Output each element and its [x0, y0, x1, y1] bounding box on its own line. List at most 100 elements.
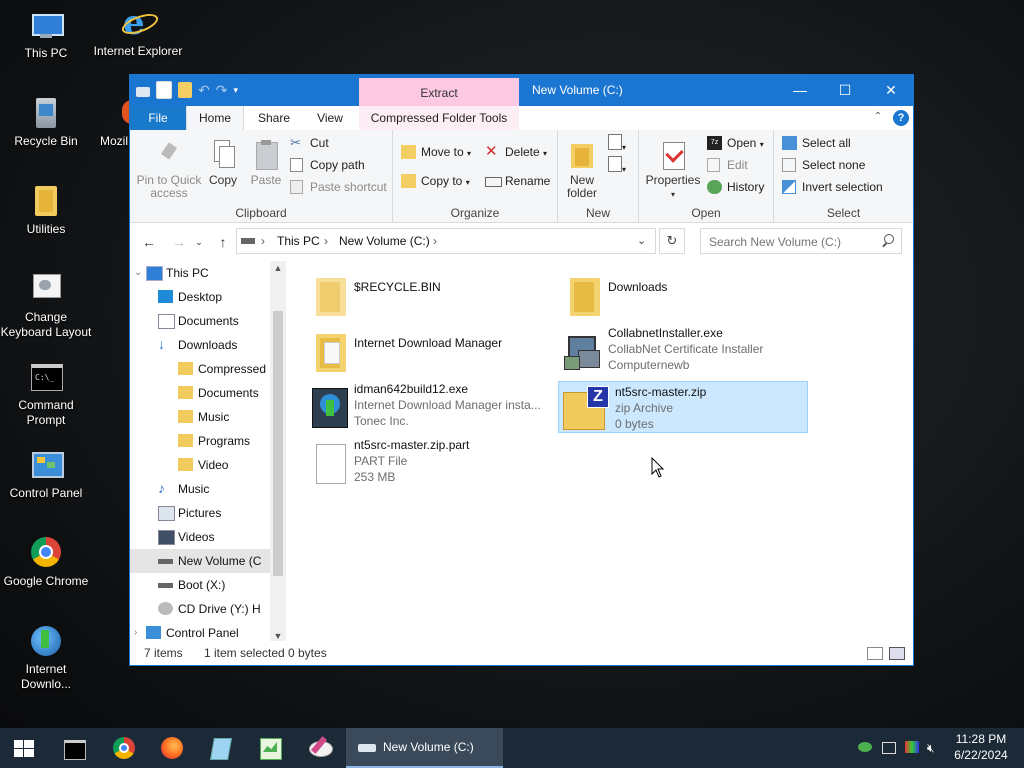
file-item-collabnet-installer[interactable]: CollabnetInstaller.exe CollabNet Certifi…	[556, 323, 806, 375]
maximize-button[interactable]: ☐	[822, 75, 868, 106]
nav-item[interactable]: ♪ Music	[130, 477, 270, 501]
nav-item[interactable]: Pictures	[130, 501, 270, 525]
paste-button[interactable]: Paste	[248, 140, 284, 187]
search-box[interactable]	[700, 228, 902, 254]
volume-muted-icon[interactable]: 🔇︎	[927, 740, 943, 756]
file-item-internet-download-manager[interactable]: Internet Download Manager	[302, 323, 552, 375]
nav-item[interactable]: Music	[130, 405, 270, 429]
large-icons-view-icon[interactable]	[889, 647, 905, 660]
properties-icon[interactable]	[156, 81, 172, 99]
help-icon[interactable]: ?	[893, 110, 909, 126]
chevron-down-icon[interactable]: ▾	[233, 82, 238, 98]
clock[interactable]: 11:28 PM 6/22/2024	[948, 731, 1014, 763]
chevron-up-icon[interactable]: ⌃	[871, 110, 885, 124]
nav-scrollbar[interactable]: ▲ ▼	[270, 261, 286, 643]
desktop-icon-change-keyboard-layout[interactable]: Change Keyboard Layout	[0, 272, 92, 340]
address-bar[interactable]: › This PC › New Volume (C:) › ⌄	[236, 228, 656, 254]
desktop-icon-recycle-bin[interactable]: Recycle Bin	[0, 96, 92, 149]
desktop-icon-internet-download-manager[interactable]: Internet Downlo...	[0, 624, 92, 692]
new-item-button[interactable]: ▾	[608, 134, 630, 152]
desktop-icon-google-chrome[interactable]: Google Chrome	[0, 536, 92, 589]
file-item-idman-installer[interactable]: idman642build12.exe Internet Download Ma…	[302, 379, 552, 431]
taskbar-paint-icon[interactable]	[304, 732, 336, 764]
refresh-button[interactable]: ↻	[659, 228, 685, 254]
context-tab-extract[interactable]: Extract	[359, 78, 519, 106]
tab-view[interactable]: View	[302, 106, 358, 130]
chevron-right-icon[interactable]: ⌄	[134, 261, 142, 285]
undo-icon[interactable]: ↶	[198, 82, 210, 98]
start-button[interactable]	[8, 732, 40, 764]
select-none-button[interactable]: Select none	[782, 156, 865, 174]
chevron-down-icon[interactable]: ⌄	[194, 233, 204, 251]
breadcrumb-new-volume[interactable]: New Volume (C:)	[339, 229, 430, 253]
close-button[interactable]: ✕	[868, 75, 914, 106]
network-icon[interactable]	[858, 740, 874, 756]
taskbar-firefox-icon[interactable]	[156, 732, 188, 764]
copy-path-button[interactable]: Copy path	[290, 156, 365, 174]
chevron-right-icon[interactable]: ›	[134, 621, 137, 643]
desktop-icon-command-prompt[interactable]: C:\_ Command Prompt	[0, 360, 92, 428]
delete-button[interactable]: ✕ Delete ▾	[485, 143, 547, 161]
scrollbar-thumb[interactable]	[273, 311, 283, 576]
desktop-icon-this-pc[interactable]: This PC	[0, 8, 92, 61]
devices-icon[interactable]	[881, 740, 897, 756]
nav-item[interactable]: CD Drive (Y:) H	[130, 597, 270, 621]
history-button[interactable]: History	[707, 178, 764, 196]
details-view-icon[interactable]	[867, 647, 883, 660]
desktop-icon-utilities[interactable]: Utilities	[0, 184, 92, 237]
forward-arrow-icon[interactable]: →	[170, 233, 188, 251]
desktop-icon-control-panel[interactable]: Control Panel	[0, 448, 92, 501]
easy-access-button[interactable]: ▾	[608, 156, 630, 174]
rename-button[interactable]: Rename	[485, 172, 550, 190]
nav-item[interactable]: Video	[130, 453, 270, 477]
nav-item[interactable]: Videos	[130, 525, 270, 549]
properties-button[interactable]: Properties ▾	[643, 140, 703, 201]
pin-to-quick-access-button[interactable]: Pin to Quick access	[136, 140, 202, 200]
select-all-button[interactable]: Select all	[782, 134, 851, 152]
scroll-up-icon[interactable]: ▲	[270, 263, 286, 273]
chevron-down-icon[interactable]: ⌄	[637, 229, 646, 253]
tab-share[interactable]: Share	[246, 106, 302, 130]
redo-icon[interactable]: ↷	[216, 82, 228, 98]
tab-file[interactable]: File	[130, 106, 186, 130]
tab-home[interactable]: Home	[186, 106, 244, 131]
back-arrow-icon[interactable]: ←	[140, 233, 158, 251]
cut-button[interactable]: ✂ Cut	[290, 134, 329, 152]
move-to-button[interactable]: Move to ▾	[401, 143, 471, 161]
copy-to-button[interactable]: Copy to ▾	[401, 172, 470, 190]
scroll-down-icon[interactable]: ▼	[270, 631, 286, 641]
file-item-recycle-bin[interactable]: $RECYCLE.BIN	[302, 267, 552, 319]
nav-item[interactable]: ⌄ This PC	[130, 261, 270, 285]
taskbar-cmd-icon[interactable]	[58, 732, 90, 764]
open-button[interactable]: 7z Open ▾	[707, 134, 764, 152]
file-item-downloads[interactable]: Downloads	[556, 267, 806, 319]
edit-button[interactable]: Edit	[707, 156, 748, 174]
file-item-nt5src-zip-selected[interactable]: Z nt5src-master.zip zip Archive 0 bytes	[558, 381, 808, 433]
nav-item[interactable]: New Volume (C	[130, 549, 270, 573]
new-folder-icon[interactable]	[178, 82, 192, 98]
nav-item[interactable]: Compressed	[130, 357, 270, 381]
display-icon[interactable]	[904, 740, 920, 756]
title-bar[interactable]: ↶ ↷ ▾ Extract New Volume (C:) — ☐ ✕	[130, 75, 913, 106]
nav-item[interactable]: Documents	[130, 381, 270, 405]
nav-item[interactable]: ↓ Downloads	[130, 333, 270, 357]
nav-item[interactable]: Programs	[130, 429, 270, 453]
new-folder-button[interactable]: New folder	[562, 140, 602, 200]
search-input[interactable]	[707, 233, 881, 251]
desktop-icon-mozilla[interactable]: Mozil	[92, 96, 132, 149]
taskbar-notepad-icon[interactable]	[204, 732, 236, 764]
tab-compressed-folder-tools[interactable]: Compressed Folder Tools	[359, 106, 519, 130]
taskbar-task-explorer[interactable]: New Volume (C:)	[346, 728, 503, 768]
minimize-button[interactable]: —	[777, 75, 823, 106]
nav-item[interactable]: › Control Panel	[130, 621, 270, 643]
taskbar-chrome-icon[interactable]	[108, 732, 140, 764]
invert-selection-button[interactable]: Invert selection	[782, 178, 883, 196]
up-arrow-icon[interactable]: ↑	[214, 233, 232, 251]
taskbar-app-icon[interactable]	[254, 732, 286, 764]
nav-item[interactable]: Desktop	[130, 285, 270, 309]
nav-item[interactable]: Boot (X:)	[130, 573, 270, 597]
breadcrumb-this-pc[interactable]: This PC	[277, 229, 320, 253]
paste-shortcut-button[interactable]: Paste shortcut	[290, 178, 387, 196]
search-icon[interactable]	[881, 234, 895, 248]
copy-button[interactable]: Copy	[206, 140, 240, 187]
